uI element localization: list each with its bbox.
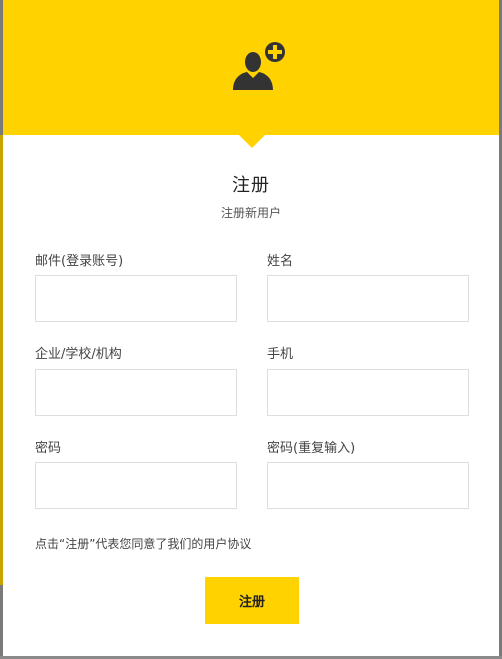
header-notch — [239, 135, 265, 148]
password-confirm-field[interactable] — [267, 462, 469, 509]
phone-label: 手机 — [267, 347, 294, 362]
register-modal: 注册 注册新用户 邮件(登录账号) 姓名 企业/学校/机构 手机 密码 密码(重… — [3, 0, 499, 656]
password-label: 密码 — [35, 441, 62, 456]
organization-field[interactable] — [35, 369, 237, 416]
agreement-text: 点击“注册”代表您同意了我们的用户协议 — [35, 537, 252, 551]
email-field[interactable] — [35, 275, 237, 322]
name-field[interactable] — [267, 275, 469, 322]
organization-label: 企业/学校/机构 — [35, 347, 122, 362]
user-add-icon — [233, 42, 285, 90]
email-label: 邮件(登录账号) — [35, 254, 124, 269]
name-label: 姓名 — [267, 254, 294, 269]
password-field[interactable] — [35, 462, 237, 509]
form-subtitle: 注册新用户 — [220, 206, 281, 220]
modal-header — [3, 0, 499, 135]
password-confirm-label: 密码(重复输入) — [267, 441, 356, 456]
register-button[interactable]: 注册 — [205, 577, 299, 624]
form-title: 注册 — [232, 175, 270, 196]
phone-field[interactable] — [267, 369, 469, 416]
